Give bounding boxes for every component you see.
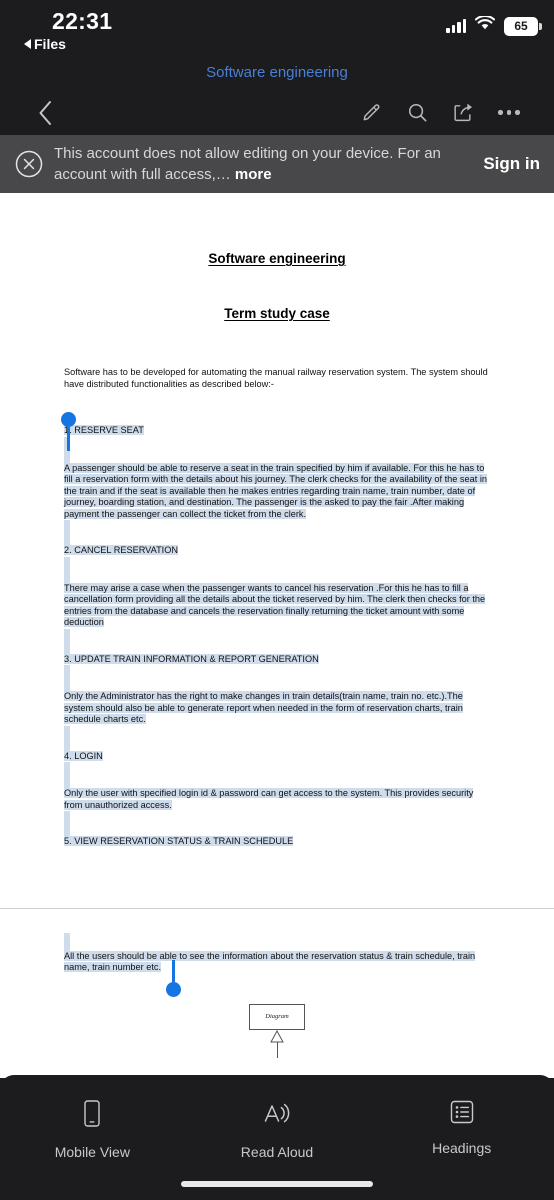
selection-gap-bar xyxy=(64,665,70,691)
document-heading-title: Software engineering xyxy=(208,251,346,266)
selection-gap-bar xyxy=(64,725,70,751)
phone-icon xyxy=(81,1099,103,1134)
list-icon xyxy=(449,1099,475,1130)
search-button[interactable] xyxy=(394,93,440,133)
selection-gap-bar xyxy=(64,811,70,836)
close-circle-icon xyxy=(15,150,43,178)
tab-label: Mobile View xyxy=(54,1144,130,1160)
document-page-2: All the users should be able to see the … xyxy=(0,908,554,1058)
selection-start-handle[interactable] xyxy=(59,412,77,451)
banner-message[interactable]: This account does not allow editing on y… xyxy=(54,143,469,185)
section-body-2: There may arise a case when the passenge… xyxy=(64,582,486,627)
battery-level-label: 65 xyxy=(514,19,528,33)
share-icon xyxy=(453,103,472,122)
banner-close-button[interactable] xyxy=(14,149,44,179)
section-body-1: A passenger should be able to reserve a … xyxy=(64,462,488,519)
document-intro-paragraph: Software has to be developed for automat… xyxy=(64,367,488,389)
back-to-files-link[interactable]: Files xyxy=(24,35,66,53)
share-button[interactable] xyxy=(440,93,486,133)
uml-class-label: Diagram xyxy=(265,1013,289,1020)
chevron-left-icon xyxy=(39,100,51,125)
document-viewer[interactable]: Software engineering Term study case Sof… xyxy=(0,193,554,1078)
selection-gap-bar xyxy=(64,556,70,583)
section-body-4: Only the user with specified login id & … xyxy=(64,788,474,810)
selection-end-handle[interactable] xyxy=(164,959,182,997)
page-title: Software engineering xyxy=(0,58,554,90)
status-bar-left: 22:31 Files xyxy=(24,8,112,53)
read-aloud-icon xyxy=(262,1099,292,1134)
bottom-toolbar: Mobile View Read Aloud Headings xyxy=(0,1075,554,1200)
banner-more-link[interactable]: more xyxy=(235,166,272,183)
sign-in-button[interactable]: Sign in xyxy=(479,154,540,174)
back-app-label: Files xyxy=(34,36,66,52)
selection-gap-bar xyxy=(64,762,70,788)
wifi-icon xyxy=(474,15,496,36)
tab-label: Headings xyxy=(432,1140,492,1156)
home-indicator[interactable] xyxy=(181,1181,373,1187)
uml-inheritance-arrow-icon xyxy=(269,1029,285,1042)
selection-gap-bar xyxy=(64,932,70,951)
page2-paragraph: All the users should be able to see the … xyxy=(64,950,476,972)
tab-read-aloud[interactable]: Read Aloud xyxy=(185,1099,370,1160)
status-bar: 22:31 Files 65 xyxy=(0,0,554,58)
tab-headings[interactable]: Headings xyxy=(369,1099,554,1156)
tab-mobile-view[interactable]: Mobile View xyxy=(0,1099,185,1160)
uml-connector-line xyxy=(276,1041,278,1058)
document-toolbar xyxy=(0,90,554,135)
account-restriction-banner: This account does not allow editing on y… xyxy=(0,135,554,193)
selection-gap-bar xyxy=(64,628,70,654)
pencil-icon xyxy=(363,104,379,121)
status-bar-right: 65 xyxy=(446,15,542,36)
section-body-3: Only the Administrator has the right to … xyxy=(64,691,463,724)
section-heading-5: 5. VIEW RESERVATION STATUS & TRAIN SCHED… xyxy=(64,836,294,846)
edit-button[interactable] xyxy=(348,93,394,133)
section-heading-4: 4. LOGIN xyxy=(64,750,103,761)
section-heading-2: 2. CANCEL RESERVATION xyxy=(64,545,179,555)
document-page-1: Software engineering Term study case Sof… xyxy=(0,193,554,908)
clock: 22:31 xyxy=(52,8,113,34)
ellipsis-icon xyxy=(498,110,520,115)
battery-indicator: 65 xyxy=(504,16,542,36)
back-button[interactable] xyxy=(22,93,68,133)
cellular-signal-icon xyxy=(446,19,466,33)
more-button[interactable] xyxy=(486,93,532,133)
section-heading-3: 3. UPDATE TRAIN INFORMATION & REPORT GEN… xyxy=(64,653,319,664)
back-triangle-icon xyxy=(24,39,31,49)
selection-gap-bar xyxy=(64,520,70,545)
app-window: 22:31 Files 65 Software engineering This… xyxy=(0,0,554,1200)
uml-class-box: Diagram xyxy=(249,1003,305,1030)
section-heading-1: 1. RESERVE SEAT xyxy=(64,425,144,435)
uml-diagram: Diagram xyxy=(64,1003,490,1058)
search-icon xyxy=(408,103,426,122)
tab-label: Read Aloud xyxy=(240,1144,314,1160)
document-heading-subtitle: Term study case xyxy=(224,306,330,321)
